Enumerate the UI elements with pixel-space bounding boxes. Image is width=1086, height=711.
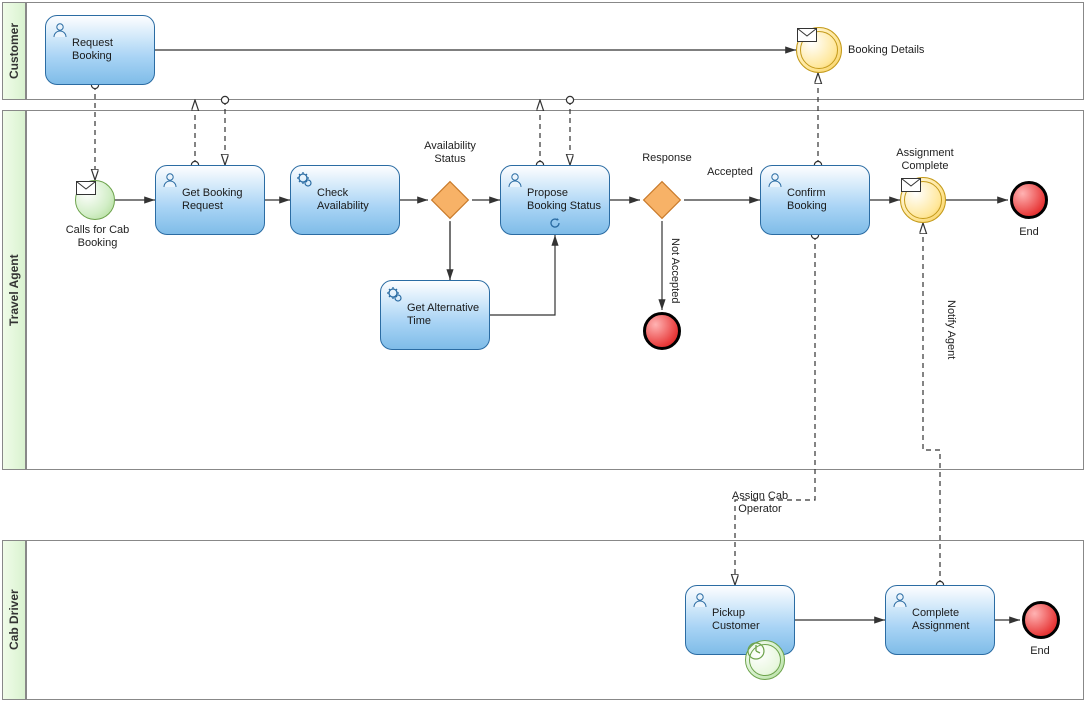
- flow-label-assign-cab: Assign Cab Operator: [720, 490, 800, 516]
- task-propose-booking-status[interactable]: Propose Booking Status: [500, 165, 610, 235]
- task-request-booking[interactable]: Request Booking: [45, 15, 155, 85]
- user-icon: [161, 171, 179, 189]
- end-event-driver[interactable]: [1022, 601, 1060, 639]
- user-icon: [766, 171, 784, 189]
- task-get-alternative-time[interactable]: Get Alternative Time: [380, 280, 490, 350]
- gateway-label: Response: [632, 152, 702, 165]
- envelope-icon: [797, 28, 817, 42]
- gateway-availability-status[interactable]: [428, 178, 472, 222]
- task-check-availability[interactable]: Check Availability: [290, 165, 400, 235]
- end-event-agent[interactable]: [1010, 181, 1048, 219]
- task-label: Confirm Booking: [787, 187, 861, 213]
- event-label: Booking Details: [848, 44, 948, 57]
- clock-icon: [746, 641, 766, 661]
- event-label: End: [1014, 226, 1044, 239]
- task-label: Propose Booking Status: [527, 187, 601, 213]
- end-event-not-accepted[interactable]: [643, 312, 681, 350]
- loop-icon: [548, 216, 562, 230]
- user-icon: [506, 171, 524, 189]
- gateway-label: Availability Status: [410, 140, 490, 166]
- flow-label-accepted: Accepted: [700, 166, 760, 179]
- event-assignment-complete[interactable]: [900, 177, 946, 223]
- task-label: Pickup Customer: [712, 607, 786, 633]
- bpmn-diagram: Customer Travel Agent Cab Driver: [0, 0, 1086, 711]
- task-label: Complete Assignment: [912, 607, 986, 633]
- timer-boundary-event[interactable]: [745, 640, 785, 680]
- gear-icon: [296, 171, 314, 189]
- event-label: End: [1025, 645, 1055, 658]
- task-complete-assignment[interactable]: Complete Assignment: [885, 585, 995, 655]
- task-label: Request Booking: [72, 37, 146, 63]
- user-icon: [691, 591, 709, 609]
- gateway-response[interactable]: [640, 178, 684, 222]
- event-label: Assignment Complete: [885, 147, 965, 173]
- task-confirm-booking[interactable]: Confirm Booking: [760, 165, 870, 235]
- flow-label-notify-agent: Notify Agent: [944, 300, 957, 359]
- user-icon: [51, 21, 69, 39]
- event-booking-details[interactable]: [796, 27, 842, 73]
- task-label: Get Booking Request: [182, 187, 256, 213]
- flow-label-not-accepted: Not Accepted: [668, 238, 681, 303]
- envelope-icon: [76, 181, 96, 195]
- start-event-calls[interactable]: [75, 180, 115, 220]
- event-label: Calls for Cab Booking: [60, 224, 135, 250]
- task-label: Check Availability: [317, 187, 391, 213]
- envelope-icon: [901, 178, 921, 192]
- task-label: Get Alternative Time: [407, 302, 481, 328]
- user-icon: [891, 591, 909, 609]
- task-get-booking-request[interactable]: Get Booking Request: [155, 165, 265, 235]
- gear-icon: [386, 286, 404, 304]
